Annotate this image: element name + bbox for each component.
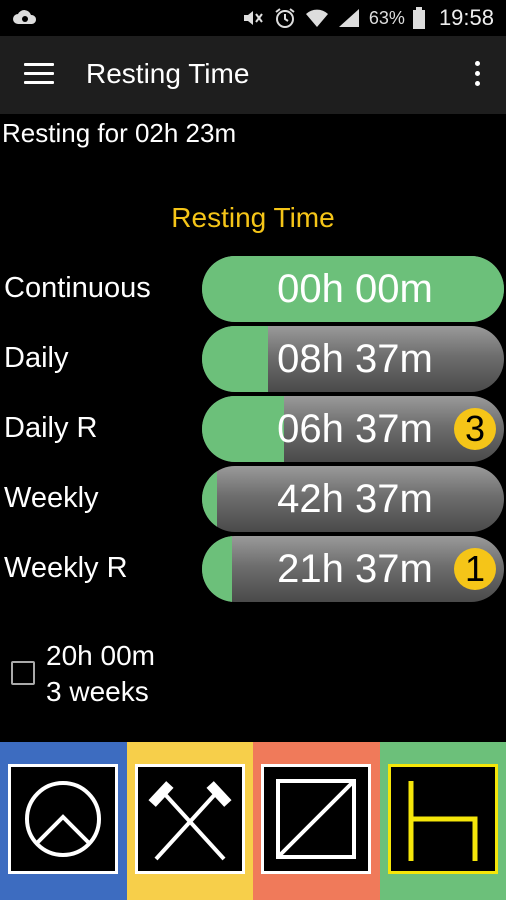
resting-status: Resting for 02h 23m — [2, 118, 237, 148]
checkbox-label-period: 3 weeks — [46, 676, 149, 707]
bed-rest-icon — [8, 764, 118, 874]
app-bar: Resting Time — [0, 36, 506, 114]
count-badge: 3 — [454, 408, 496, 450]
daily-r-bar: 06h 37m 3 — [202, 396, 504, 462]
clock: 19:58 — [438, 5, 494, 30]
weekly-r-bar: 21h 37m 1 — [202, 536, 504, 602]
continuous-bar: 00h 00m — [202, 256, 504, 322]
row-label-daily-r: Daily R — [4, 412, 98, 444]
count-badge: 1 — [454, 548, 496, 590]
bar-value: 00h 00m — [277, 266, 433, 311]
battery-icon — [412, 7, 425, 29]
row-label-daily: Daily — [4, 342, 69, 374]
weekly-option-checkbox[interactable] — [11, 661, 35, 685]
mute-icon — [243, 11, 263, 25]
bar-value: 08h 37m — [277, 336, 433, 381]
availability-mode-tile[interactable] — [253, 742, 380, 900]
more-vert-icon[interactable] — [472, 61, 482, 91]
daily-bar: 08h 37m — [202, 326, 504, 392]
seat-icon — [387, 764, 498, 874]
availability-square-icon — [261, 764, 371, 874]
rest-mode-tile[interactable] — [0, 742, 127, 900]
bar-value: 42h 37m — [277, 476, 433, 521]
mode-tiles — [0, 742, 506, 900]
driving-mode-tile[interactable] — [379, 742, 506, 900]
checkbox-label-duration: 20h 00m — [46, 640, 155, 671]
signal-icon — [338, 9, 359, 27]
status-bar: 63% 19:58 — [0, 0, 506, 36]
page-title: Resting Time — [86, 58, 250, 89]
work-mode-tile[interactable] — [126, 742, 253, 900]
battery-percent: 63% — [368, 7, 405, 28]
weekly-bar: 42h 37m — [202, 466, 504, 532]
row-label-weekly: Weekly — [4, 482, 99, 514]
row-label-continuous: Continuous — [4, 272, 151, 304]
row-label-weekly-r: Weekly R — [4, 552, 128, 584]
crossed-hammers-icon — [134, 764, 245, 874]
section-title: Resting Time — [171, 202, 335, 233]
hamburger-menu-icon[interactable] — [24, 63, 54, 87]
cloud-icon — [13, 10, 37, 24]
wifi-icon — [305, 9, 328, 27]
alarm-icon — [275, 8, 295, 28]
